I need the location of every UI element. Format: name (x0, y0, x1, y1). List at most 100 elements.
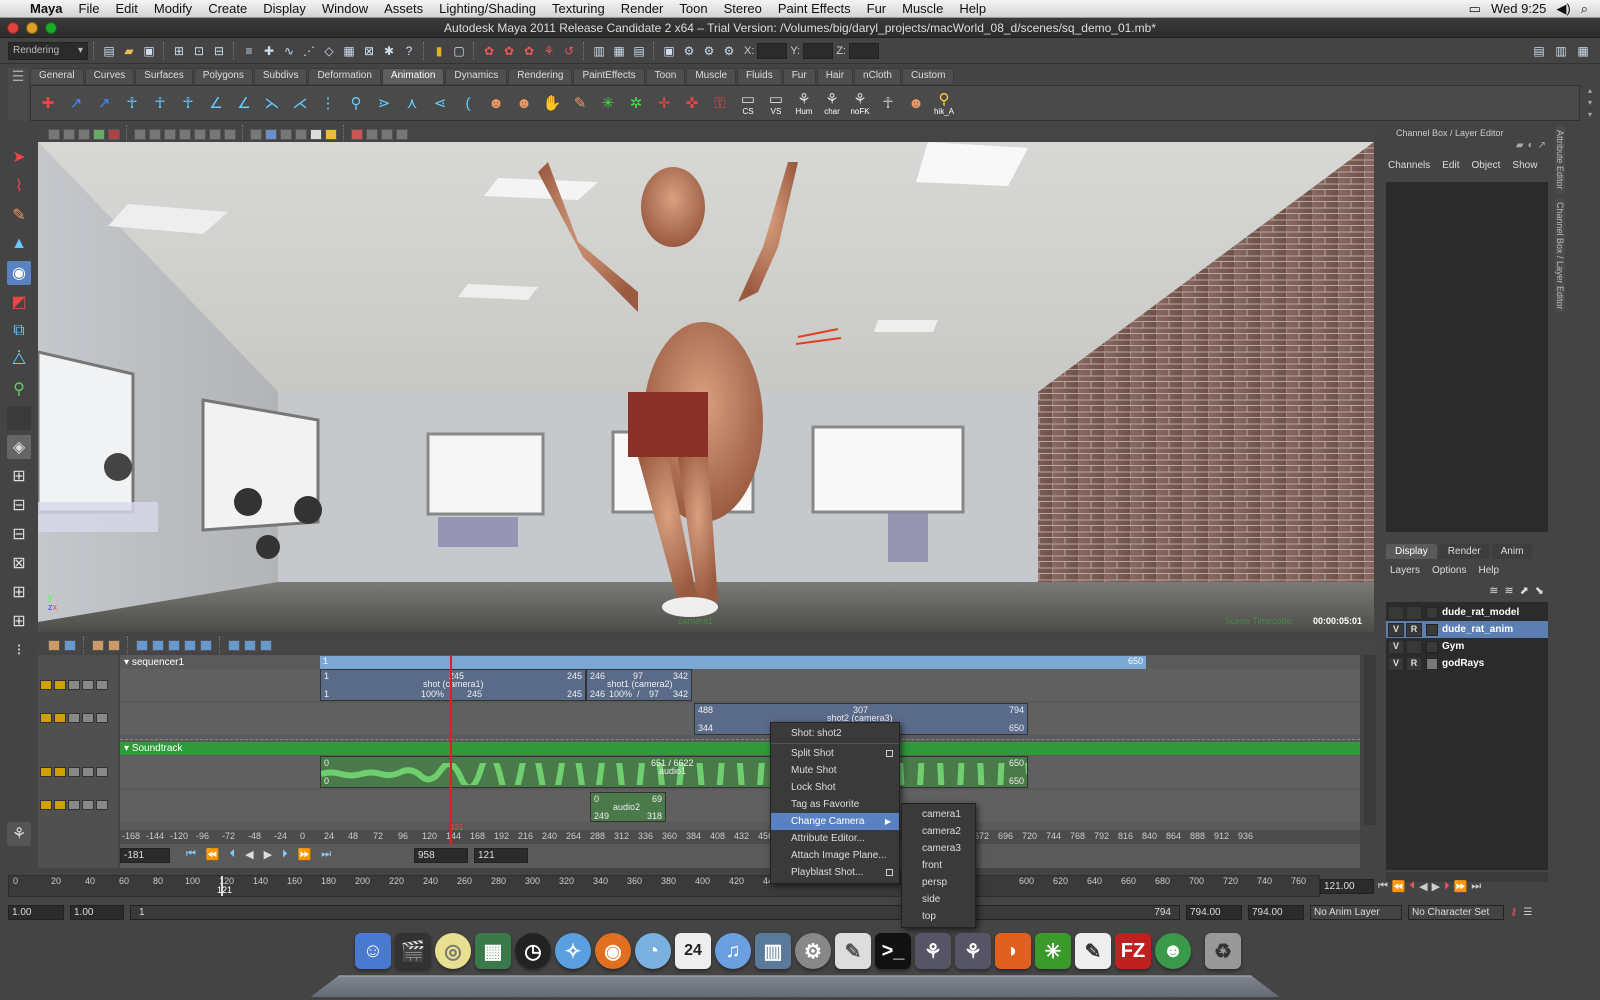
lighting-icon[interactable] (310, 128, 322, 140)
pin-icon[interactable]: ⚙ (680, 42, 698, 60)
option-box-icon[interactable] (886, 750, 893, 757)
ik-solver-icon[interactable]: ↗ (93, 90, 115, 116)
menu-item-split-shot[interactable]: Split Shot (771, 745, 899, 762)
new-layer-selected-icon[interactable]: ≋ (1504, 584, 1513, 597)
joint4-icon[interactable]: ⋌ (289, 90, 311, 116)
snap-view-icon[interactable]: ⊠ (360, 42, 378, 60)
render-settings-icon[interactable]: ✿ (520, 42, 538, 60)
layout-persp-outliner-icon[interactable]: ⊟ (7, 493, 31, 517)
frame-play-icon[interactable] (260, 639, 272, 651)
menu-item-attribute-editor[interactable]: Attribute Editor... (771, 830, 899, 847)
mute-track-button[interactable] (68, 800, 80, 810)
layer-display-type[interactable]: R (1406, 656, 1422, 671)
menu-item-mute-shot[interactable]: Mute Shot (771, 762, 899, 779)
layout-outliner-icon[interactable]: ⊞ (7, 580, 31, 604)
layer-visibility[interactable]: V (1388, 656, 1404, 671)
layer-row[interactable]: V Gym (1386, 638, 1548, 655)
joint10-icon[interactable]: ( (457, 90, 479, 116)
step-forward-key-icon[interactable]: ⏩ (1454, 880, 1468, 893)
new-shot-icon[interactable] (48, 639, 60, 651)
help-icon[interactable]: ? (400, 42, 418, 60)
soundtrack-bar[interactable] (120, 742, 1360, 755)
terminal-icon[interactable]: >_ (875, 933, 911, 969)
paint-select-tool-icon[interactable]: ✎ (7, 203, 31, 227)
channel-box-body[interactable] (1386, 182, 1548, 532)
layer-visibility[interactable]: V (1388, 639, 1404, 654)
joint3-icon[interactable]: ⋋ (261, 90, 283, 116)
channel-box-icon-1[interactable]: ▰ (1516, 140, 1524, 151)
snap-curve-icon[interactable]: ∿ (280, 42, 298, 60)
lasso-tool-icon[interactable]: ⌇ (7, 174, 31, 198)
ichat-icon[interactable]: ◔ (635, 933, 671, 969)
step-forward-frame-icon[interactable]: ⏵ (1444, 880, 1450, 893)
hand-icon[interactable]: ✋ (541, 90, 563, 116)
menu-set-dropdown[interactable]: Rendering ▾ (8, 41, 88, 60)
solo-track-button[interactable] (54, 767, 66, 777)
locator2-icon[interactable]: ✲ (625, 90, 647, 116)
track-icon-2[interactable] (152, 639, 164, 651)
shot-clip-camera2[interactable]: 246 97 342 shot1 (camera2) 246 100% / 97… (586, 669, 692, 701)
menu-options[interactable]: Options (1432, 565, 1466, 576)
menu-window[interactable]: Window (314, 1, 376, 16)
camera-icon[interactable]: ⚙ (720, 42, 738, 60)
display-icon[interactable]: ▭ (1469, 1, 1481, 17)
tab-ncloth[interactable]: nCloth (854, 68, 901, 84)
current-time-field[interactable]: 121.00 (1320, 878, 1374, 894)
snap-grid-icon[interactable]: ✚ (260, 42, 278, 60)
layout-menu-icon[interactable]: ⁝ (7, 638, 31, 662)
render-current-icon[interactable]: ✿ (480, 42, 498, 60)
ical-icon[interactable]: 24 (675, 933, 711, 969)
playback-end-field[interactable]: 794.00 (1186, 904, 1242, 920)
sequencer-ruler[interactable]: -168 -144 -120 -96 -72 -48 -24 0 24 48 7… (120, 823, 1360, 844)
joint8-icon[interactable]: ⋏ (401, 90, 423, 116)
track-icon-3[interactable] (168, 639, 180, 651)
anim-layer-dropdown[interactable]: No Anim Layer (1310, 904, 1402, 920)
xray-joints-icon[interactable] (381, 128, 393, 140)
solo-track-button[interactable] (54, 800, 66, 810)
zoom-window-button[interactable] (45, 21, 57, 34)
track-option2-button[interactable] (96, 680, 108, 690)
filter-icon[interactable]: ≡ (240, 42, 258, 60)
dashboard-icon[interactable]: ◷ (515, 933, 551, 969)
go-to-start-icon[interactable]: ⏮ (1378, 880, 1388, 893)
render-view-icon[interactable]: ↺ (560, 42, 578, 60)
menu-lighting-shading[interactable]: Lighting/Shading (431, 1, 544, 16)
attribute-editor-toggle-icon[interactable]: ▤ (1530, 42, 1548, 60)
layer-display-type[interactable]: R (1406, 622, 1422, 637)
track-icon-1[interactable] (136, 639, 148, 651)
shot-tool-icon[interactable] (64, 639, 76, 651)
layout-persp-graph-icon[interactable]: ⊟ (7, 522, 31, 546)
character-set-dropdown[interactable]: No Character Set (1408, 904, 1504, 920)
cs-icon[interactable]: ▭ CS (737, 90, 759, 116)
lock-track-button[interactable] (40, 680, 52, 690)
animation-start-field[interactable]: 1.00 (8, 904, 64, 920)
step-back-key-icon[interactable]: ⏪ (206, 848, 220, 861)
tab-channel-box-layer-editor[interactable]: Channel Box / Layer Editor (1555, 197, 1565, 314)
y-field[interactable] (803, 42, 834, 59)
layer-color-swatch[interactable] (1426, 657, 1438, 670)
layer-visibility[interactable]: V (1388, 622, 1404, 637)
layer-row[interactable]: VR dude_rat_anim (1386, 621, 1548, 638)
sequencer-area[interactable]: ▾ sequencer1 1 650 1 245 245 shot (camer… (120, 655, 1360, 868)
maya2-icon[interactable]: ⚘ (955, 933, 991, 969)
film-gate-icon[interactable] (149, 128, 161, 140)
safe-title-icon[interactable] (224, 128, 236, 140)
lock-track-button[interactable] (40, 767, 52, 777)
xray-icon[interactable] (366, 128, 378, 140)
submenu-item-persp[interactable]: persp (902, 874, 975, 891)
submenu-item-camera3[interactable]: camera3 (902, 840, 975, 857)
grid-toggle-icon[interactable] (134, 128, 146, 140)
tab-toon[interactable]: Toon (645, 68, 686, 84)
ipr-render-icon[interactable]: ✿ (500, 42, 518, 60)
menu-item-playblast-shot[interactable]: Playblast Shot... (771, 864, 899, 881)
minimize-window-button[interactable] (26, 21, 38, 34)
channel-box-icon-2[interactable]: ◐ (1528, 140, 1534, 151)
audio-clip-audio1[interactable]: 0 651 / 6622 audio1 650 0 650 (320, 756, 1028, 788)
go-to-end-icon[interactable]: ⏭ (321, 848, 331, 861)
menu-toon[interactable]: Toon (671, 1, 715, 16)
select-hierarchy-icon[interactable]: ⊞ (170, 42, 188, 60)
itunes-icon[interactable]: ♫ (715, 933, 751, 969)
select-tool-icon[interactable]: ➤ (7, 145, 31, 169)
game-icon[interactable]: ☻ (1155, 933, 1191, 969)
go-to-end-icon[interactable]: ⏭ (1471, 880, 1481, 893)
